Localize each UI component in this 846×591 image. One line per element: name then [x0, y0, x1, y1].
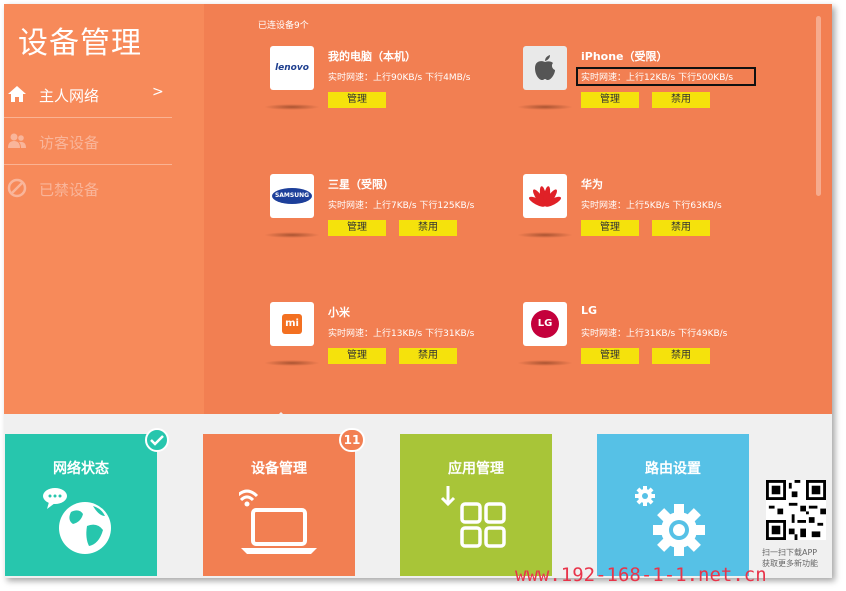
gears-icon — [635, 486, 705, 556]
device-card: SAMSUNG 三星（受限） 实时网速：上行7KB/s 下行125KB/s 管理… — [264, 174, 520, 284]
tile-router-settings[interactable]: 路由设置 — [597, 434, 749, 576]
device-speed: 实时网速：上行31KB/s 下行49KB/s — [581, 329, 728, 339]
device-speed: 实时网速：上行90KB/s 下行4MB/s — [328, 73, 471, 83]
globe-chat-icon — [43, 488, 111, 554]
device-name: 三星（受限） — [328, 178, 394, 191]
tile-device-management[interactable]: 11 设备管理 — [203, 428, 365, 576]
tile-app-management[interactable]: 应用管理 — [400, 434, 552, 576]
device-name: 小米 — [328, 306, 350, 319]
manage-button[interactable]: 管理 — [581, 348, 639, 364]
device-card: 华为 实时网速：上行5KB/s 下行63KB/s 管理 禁用 — [517, 174, 773, 284]
ban-icon — [7, 178, 27, 198]
apple-logo — [523, 46, 567, 90]
top-panel: 设备管理 主人网络 > 访客设备 已禁设备 已连设备9个 lenovo 我的电脑… — [4, 4, 832, 414]
device-card: lenovo 我的电脑（本机） 实时网速：上行90KB/s 下行4MB/s 管理 — [264, 46, 520, 156]
qr-code — [766, 480, 826, 540]
manage-button[interactable]: 管理 — [328, 92, 386, 108]
highlight-box — [576, 67, 756, 86]
router-admin-window: 设备管理 主人网络 > 访客设备 已禁设备 已连设备9个 lenovo 我的电脑… — [4, 4, 832, 578]
huawei-icon — [529, 186, 561, 207]
qr-caption: 扫一扫下载APP 获取更多新功能 — [762, 548, 818, 568]
device-card: iPhone（受限） 实时网速：上行12KB/s 下行500KB/s 管理 禁用 — [517, 46, 773, 156]
users-icon — [8, 133, 26, 148]
lg-logo: LG — [523, 302, 567, 346]
device-list-panel: 已连设备9个 lenovo 我的电脑（本机） 实时网速：上行90KB/s 下行4… — [204, 4, 832, 414]
device-name: iPhone（受限） — [581, 50, 668, 63]
connected-count: 已连设备9个 — [258, 21, 309, 31]
device-count-badge: 11 — [339, 428, 365, 452]
tile-network-status[interactable]: 网络状态 — [5, 428, 169, 576]
ban-button[interactable]: 禁用 — [652, 220, 710, 236]
device-speed: 实时网速：上行5KB/s 下行63KB/s — [581, 201, 722, 211]
ban-button[interactable]: 禁用 — [399, 220, 457, 236]
ban-button[interactable]: 禁用 — [652, 348, 710, 364]
device-name: 我的电脑（本机） — [328, 50, 416, 63]
chevron-right-icon: > — [152, 84, 164, 100]
sidebar: 设备管理 主人网络 > 访客设备 已禁设备 — [4, 4, 204, 414]
home-icon — [8, 86, 26, 102]
sidebar-item-label: 已禁设备 — [39, 181, 100, 199]
device-card: mi 小米 实时网速：上行13KB/s 下行31KB/s 管理 禁用 — [264, 302, 520, 412]
apple-icon — [535, 55, 555, 80]
check-badge — [145, 428, 169, 452]
active-tile-pointer — [272, 412, 290, 421]
check-icon — [150, 435, 164, 446]
huawei-logo — [523, 174, 567, 218]
scrollbar[interactable] — [816, 16, 821, 196]
manage-button[interactable]: 管理 — [581, 220, 639, 236]
tile-label: 网络状态 — [53, 461, 109, 477]
device-speed: 实时网速：上行7KB/s 下行125KB/s — [328, 201, 475, 211]
ban-button[interactable]: 禁用 — [652, 92, 710, 108]
xiaomi-logo: mi — [270, 302, 314, 346]
laptop-wifi-icon — [239, 489, 317, 554]
device-card: LG LG 实时网速：上行31KB/s 下行49KB/s 管理 禁用 — [517, 302, 773, 412]
device-name: LG — [581, 304, 598, 317]
manage-button[interactable]: 管理 — [328, 220, 386, 236]
tile-label: 路由设置 — [645, 461, 701, 477]
page-title: 设备管理 — [18, 26, 142, 61]
sidebar-item-banned-devices[interactable]: 已禁设备 — [4, 166, 172, 212]
device-name: 华为 — [581, 178, 603, 191]
tile-label: 设备管理 — [251, 461, 307, 477]
lenovo-logo: lenovo — [270, 46, 314, 90]
sidebar-item-guest-devices[interactable]: 访客设备 — [4, 119, 172, 165]
watermark: www.192-168-1-1.net.cn — [515, 564, 767, 586]
sidebar-item-owner-network[interactable]: 主人网络 > — [4, 72, 172, 118]
device-speed: 实时网速：上行13KB/s 下行31KB/s — [328, 329, 475, 339]
manage-button[interactable]: 管理 — [581, 92, 639, 108]
apps-grid-icon — [440, 486, 506, 548]
ban-button[interactable]: 禁用 — [399, 348, 457, 364]
sidebar-item-label: 访客设备 — [39, 134, 100, 152]
tile-label: 应用管理 — [448, 461, 504, 477]
sidebar-item-label: 主人网络 — [39, 87, 100, 105]
manage-button[interactable]: 管理 — [328, 348, 386, 364]
samsung-logo: SAMSUNG — [270, 174, 314, 218]
